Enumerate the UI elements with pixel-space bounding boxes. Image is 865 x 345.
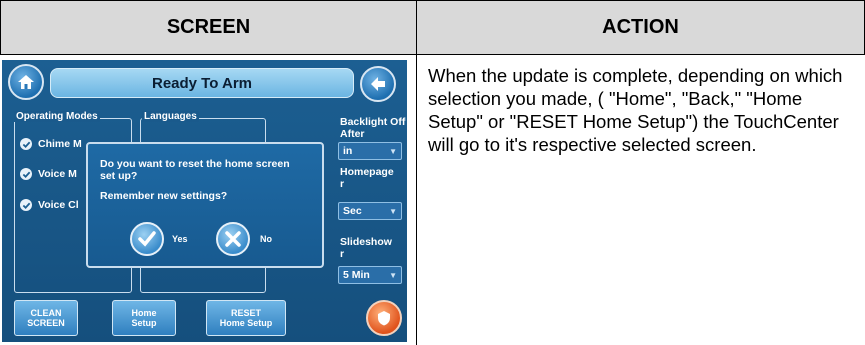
reset-home-setup-button[interactable]: RESET Home Setup bbox=[206, 300, 286, 336]
checkmark-icon bbox=[138, 231, 156, 247]
mode-label: Voice Cl bbox=[38, 199, 79, 211]
clean-screen-button[interactable]: CLEAN SCREEN bbox=[14, 300, 78, 336]
document-table: SCREEN ACTION Ready To Arm Operating Mod… bbox=[0, 0, 865, 345]
check-icon bbox=[20, 138, 32, 150]
home-setup-button[interactable]: Home Setup bbox=[112, 300, 176, 336]
dialog-question: Do you want to reset the home screen set… bbox=[100, 158, 290, 182]
mode-checkbox-chime[interactable]: Chime M bbox=[20, 138, 82, 150]
slideshow-select[interactable]: 5 Min ▼ bbox=[338, 266, 402, 284]
chevron-down-icon: ▼ bbox=[389, 146, 397, 156]
mode-checkbox-voice-chime[interactable]: Voice Cl bbox=[20, 199, 79, 211]
status-title: Ready To Arm bbox=[50, 68, 354, 98]
back-button[interactable] bbox=[360, 66, 396, 102]
touchcenter-screenshot: Ready To Arm Operating Modes Languages C… bbox=[2, 60, 407, 342]
shield-icon bbox=[378, 311, 390, 326]
mode-checkbox-voice-messages[interactable]: Voice M bbox=[20, 168, 77, 180]
check-icon bbox=[20, 168, 32, 180]
chevron-down-icon: ▼ bbox=[389, 270, 397, 280]
no-label: No bbox=[260, 234, 272, 244]
yes-label: Yes bbox=[172, 234, 188, 244]
homepage-label: Homepage r bbox=[340, 166, 394, 190]
action-description: When the update is complete, depending o… bbox=[428, 65, 843, 155]
dialog-remember: Remember new settings? bbox=[100, 190, 228, 202]
column-header-screen: SCREEN bbox=[0, 0, 417, 55]
backlight-label: Backlight Off After bbox=[340, 116, 406, 140]
home-button[interactable] bbox=[8, 64, 44, 100]
home-icon bbox=[18, 75, 34, 89]
yes-button[interactable] bbox=[130, 222, 164, 256]
homepage-timeout-select[interactable]: Sec ▼ bbox=[338, 202, 402, 220]
reset-home-dialog: Do you want to reset the home screen set… bbox=[86, 142, 324, 268]
languages-label: Languages bbox=[142, 111, 199, 122]
mode-label: Chime M bbox=[38, 138, 82, 150]
no-button[interactable] bbox=[216, 222, 250, 256]
check-icon bbox=[20, 199, 32, 211]
backlight-select[interactable]: in ▼ bbox=[338, 142, 402, 160]
x-icon bbox=[225, 231, 241, 247]
mode-label: Voice M bbox=[38, 168, 77, 180]
emergency-button[interactable] bbox=[366, 300, 402, 336]
operating-modes-label: Operating Modes bbox=[14, 111, 100, 122]
slideshow-label: Slideshow r bbox=[340, 236, 392, 260]
column-divider bbox=[416, 55, 417, 345]
column-header-action: ACTION bbox=[416, 0, 865, 55]
chevron-down-icon: ▼ bbox=[389, 206, 397, 216]
back-arrow-icon bbox=[371, 77, 385, 91]
